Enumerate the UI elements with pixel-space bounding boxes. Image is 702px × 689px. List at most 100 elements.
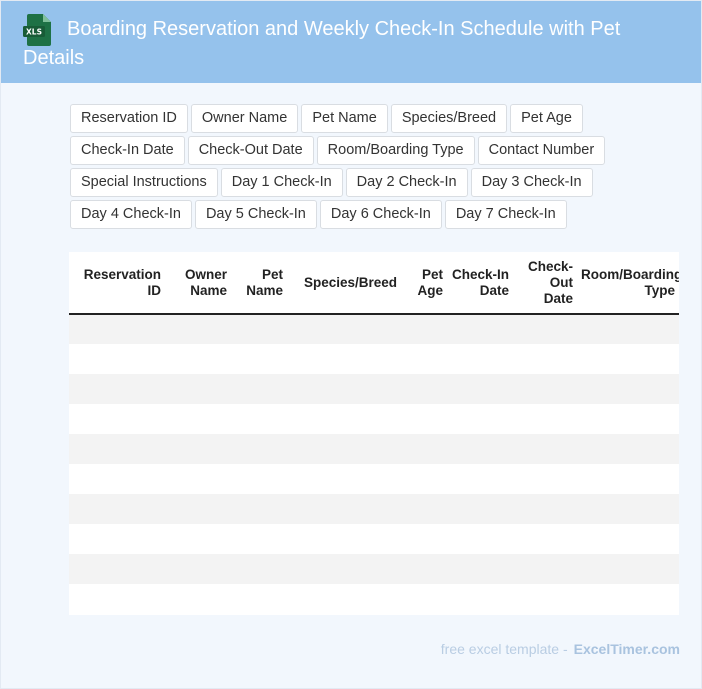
table-cell[interactable] (231, 404, 287, 434)
table-cell[interactable] (287, 554, 401, 584)
table-cell[interactable] (401, 524, 447, 554)
table-cell[interactable] (69, 374, 165, 404)
table-cell[interactable] (447, 344, 513, 374)
table-cell[interactable] (165, 374, 231, 404)
table-cell[interactable] (401, 554, 447, 584)
table-cell[interactable] (577, 584, 679, 614)
table-cell[interactable] (69, 464, 165, 494)
table-cell[interactable] (165, 404, 231, 434)
table-cell[interactable] (513, 374, 577, 404)
table-row (69, 314, 679, 344)
table-cell[interactable] (577, 494, 679, 524)
table-cell[interactable] (447, 584, 513, 614)
column-header: Pet Age (401, 252, 447, 315)
table-cell[interactable] (513, 494, 577, 524)
table-cell[interactable] (577, 554, 679, 584)
table-row (69, 584, 679, 614)
field-tag: Species/Breed (390, 104, 508, 133)
table-cell[interactable] (231, 524, 287, 554)
table-cell[interactable] (577, 404, 679, 434)
table-cell[interactable] (69, 434, 165, 464)
table-cell[interactable] (287, 374, 401, 404)
table-cell[interactable] (401, 374, 447, 404)
table-cell[interactable] (287, 314, 401, 344)
table-cell[interactable] (513, 464, 577, 494)
table-cell[interactable] (287, 524, 401, 554)
table-cell[interactable] (447, 554, 513, 584)
table-cell[interactable] (287, 404, 401, 434)
table-cell[interactable] (69, 524, 165, 554)
table-cell[interactable] (577, 434, 679, 464)
table-cell[interactable] (231, 314, 287, 344)
table-cell[interactable] (231, 494, 287, 524)
table-cell[interactable] (231, 434, 287, 464)
table-cell[interactable] (69, 344, 165, 374)
table-cell[interactable] (165, 584, 231, 614)
table-cell[interactable] (447, 434, 513, 464)
table-cell[interactable] (447, 314, 513, 344)
table-cell[interactable] (447, 404, 513, 434)
table-cell[interactable] (231, 344, 287, 374)
table-cell[interactable] (69, 314, 165, 344)
page-title: Boarding Reservation and Weekly Check-In… (23, 18, 621, 69)
table-cell[interactable] (577, 524, 679, 554)
column-header: Room/Boarding Type (577, 252, 679, 315)
table-cell[interactable] (231, 374, 287, 404)
table-cell[interactable] (69, 404, 165, 434)
field-tag-list: Reservation ID Owner Name Pet Name Species/… (70, 104, 630, 229)
table-cell[interactable] (401, 464, 447, 494)
table-cell[interactable] (287, 584, 401, 614)
table-cell[interactable] (401, 584, 447, 614)
field-tag: Day 5 Check-In (194, 200, 317, 229)
table-cell[interactable] (401, 314, 447, 344)
table-cell[interactable] (165, 494, 231, 524)
table-cell[interactable] (165, 344, 231, 374)
footer-brand-link[interactable]: ExcelTimer.com (574, 641, 680, 657)
table-cell[interactable] (287, 494, 401, 524)
table-cell[interactable] (447, 464, 513, 494)
table-cell[interactable] (513, 344, 577, 374)
field-tag: Day 4 Check-In (70, 200, 192, 229)
field-tag: Owner Name (190, 104, 299, 133)
table-cell[interactable] (447, 374, 513, 404)
table-cell[interactable] (447, 524, 513, 554)
table-cell[interactable] (447, 494, 513, 524)
table-cell[interactable] (165, 554, 231, 584)
table-cell[interactable] (401, 434, 447, 464)
table-cell[interactable] (513, 314, 577, 344)
column-header: Owner Name (165, 252, 231, 315)
table-cell[interactable] (513, 404, 577, 434)
table-cell[interactable] (231, 464, 287, 494)
table-cell[interactable] (165, 314, 231, 344)
table-cell[interactable] (287, 344, 401, 374)
footer-credit: free excel template - ExcelTimer.com (441, 641, 680, 657)
table-cell[interactable] (69, 584, 165, 614)
table-cell[interactable] (287, 464, 401, 494)
table-cell[interactable] (401, 404, 447, 434)
schedule-table: Reservation ID Owner Name Pet Name Species/… (69, 252, 679, 615)
field-tag: Contact Number (477, 136, 606, 165)
table-cell[interactable] (69, 494, 165, 524)
table-cell[interactable] (577, 464, 679, 494)
column-header: Species/Breed (287, 252, 401, 315)
table-cell[interactable] (577, 344, 679, 374)
field-tag: Day 1 Check-In (220, 168, 343, 197)
table-cell[interactable] (69, 554, 165, 584)
table-cell[interactable] (231, 554, 287, 584)
table-cell[interactable] (401, 344, 447, 374)
header-banner: XLS Boarding Reservation and Weekly Chec… (1, 1, 701, 83)
table-cell[interactable] (577, 314, 679, 344)
table-cell[interactable] (401, 494, 447, 524)
table-cell[interactable] (577, 374, 679, 404)
table-cell[interactable] (287, 434, 401, 464)
table-cell[interactable] (231, 584, 287, 614)
table-cell[interactable] (513, 554, 577, 584)
table-cell[interactable] (165, 524, 231, 554)
table-cell[interactable] (513, 434, 577, 464)
table-row (69, 404, 679, 434)
table-cell[interactable] (165, 464, 231, 494)
table-cell[interactable] (513, 584, 577, 614)
table-row (69, 374, 679, 404)
table-cell[interactable] (165, 434, 231, 464)
table-cell[interactable] (513, 524, 577, 554)
